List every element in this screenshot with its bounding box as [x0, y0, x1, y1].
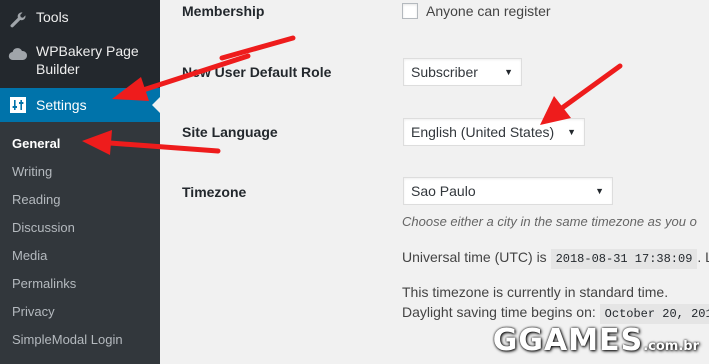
timezone-description: Choose either a city in the same timezon… [402, 214, 697, 229]
settings-form: Membership Anyone can register New User … [160, 0, 709, 364]
timezone-value: Sao Paulo [411, 183, 476, 199]
watermark-suffix: .com.br [643, 339, 699, 354]
chevron-down-icon: ▼ [595, 186, 604, 196]
submenu-item-general[interactable]: General [12, 135, 60, 153]
dst-line: Daylight saving time begins on: October … [402, 304, 709, 324]
menu-label-tools: Tools [36, 9, 69, 25]
dst-value: October 20, 201 [599, 304, 709, 324]
watermark-logo: GGAMES.com.br [493, 323, 699, 358]
admin-sidebar: Tools WPBakery Page Builder Settings Gen… [0, 0, 160, 364]
submenu-item-reading[interactable]: Reading [12, 191, 60, 209]
menu-item-wpbakery[interactable]: WPBakery Page Builder [0, 42, 160, 88]
dst-prefix: Daylight saving time begins on: [402, 304, 596, 320]
site-language-value: English (United States) [411, 124, 555, 140]
timezone-label: Timezone [182, 184, 247, 200]
submenu-item-privacy[interactable]: Privacy [12, 303, 55, 321]
timezone-select[interactable]: Sao Paulo ▼ [403, 177, 613, 205]
submenu-item-discussion[interactable]: Discussion [12, 219, 75, 237]
site-language-label: Site Language [182, 124, 278, 140]
utc-time-value: 2018-08-31 17:38:09 [550, 249, 698, 269]
menu-label-settings: Settings [36, 97, 87, 113]
settings-submenu: General Writing Reading Discussion Media… [0, 122, 160, 364]
membership-checkbox-label[interactable]: Anyone can register [426, 3, 551, 19]
active-menu-notch [152, 97, 160, 113]
utc-time-line: Universal time (UTC) is 2018-08-31 17:38… [402, 249, 709, 269]
membership-checkbox[interactable] [402, 3, 418, 19]
wrench-icon [10, 12, 26, 28]
watermark-brand: GGAMES [492, 323, 644, 358]
membership-label: Membership [182, 3, 265, 19]
submenu-item-writing[interactable]: Writing [12, 163, 52, 181]
site-language-select[interactable]: English (United States) ▼ [403, 118, 585, 146]
chevron-down-icon: ▼ [567, 127, 576, 137]
wpbakery-label-line1: WPBakery Page [36, 43, 139, 59]
default-role-select[interactable]: Subscriber ▼ [403, 58, 522, 86]
menu-item-settings[interactable]: Settings [0, 88, 160, 122]
default-role-value: Subscriber [411, 64, 478, 80]
cloud-icon [8, 48, 28, 61]
submenu-item-media[interactable]: Media [12, 247, 47, 265]
menu-item-tools[interactable]: Tools [0, 8, 160, 34]
submenu-item-permalinks[interactable]: Permalinks [12, 275, 76, 293]
utc-suffix: . Lo [697, 249, 709, 265]
default-role-label: New User Default Role [182, 64, 332, 80]
chevron-down-icon: ▼ [504, 67, 513, 77]
utc-prefix: Universal time (UTC) is [402, 249, 547, 265]
menu-label-wpbakery: WPBakery Page Builder [36, 42, 139, 78]
wpbakery-label-line2: Builder [36, 61, 80, 77]
sliders-icon [10, 97, 26, 113]
standard-time-note: This timezone is currently in standard t… [402, 284, 669, 300]
submenu-item-simplemodal-login[interactable]: SimpleModal Login [12, 331, 123, 349]
